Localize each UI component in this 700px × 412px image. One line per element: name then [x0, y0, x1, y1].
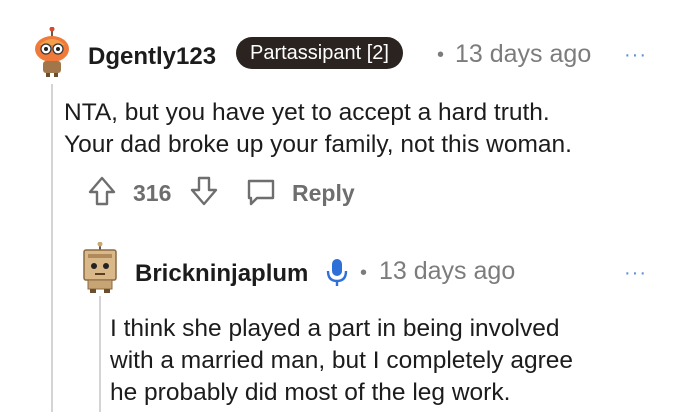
comment-body: NTA, but you have yet to accept a hard t…: [64, 97, 572, 161]
downvote-icon[interactable]: [190, 176, 218, 206]
comment-timestamp[interactable]: 13 days ago: [455, 40, 591, 69]
robot-avatar-icon[interactable]: [30, 27, 74, 77]
box-avatar-icon[interactable]: [78, 242, 122, 294]
more-options-button[interactable]: ···: [624, 262, 647, 285]
more-options-button[interactable]: ···: [624, 44, 647, 67]
user-flair: Partassipant [2]: [236, 37, 403, 69]
comment-body-line: Your dad broke up your family, not this …: [64, 131, 572, 158]
reply-body-line: he probably did most of the leg work.: [110, 379, 511, 406]
comment-body-line: NTA, but you have yet to accept a hard t…: [64, 99, 550, 126]
reply-body-line: with a married man, but I completely agr…: [110, 347, 573, 374]
upvote-icon[interactable]: [88, 176, 116, 206]
reply-body-line: I think she played a part in being invol…: [110, 315, 560, 342]
meta-separator: •: [437, 44, 445, 66]
meta-separator: •: [360, 262, 368, 284]
reply-button[interactable]: Reply: [292, 180, 355, 207]
comment-icon[interactable]: [246, 178, 276, 206]
microphone-icon: [326, 257, 348, 287]
reply-username[interactable]: Brickninjaplum: [135, 260, 308, 288]
reply-timestamp[interactable]: 13 days ago: [379, 257, 515, 286]
reply-body: I think she played a part in being invol…: [110, 313, 573, 409]
comment-username[interactable]: Dgently123: [88, 43, 216, 71]
thread-line-reply[interactable]: [99, 296, 101, 412]
vote-score: 316: [133, 180, 172, 206]
thread-line-main[interactable]: [51, 84, 53, 412]
